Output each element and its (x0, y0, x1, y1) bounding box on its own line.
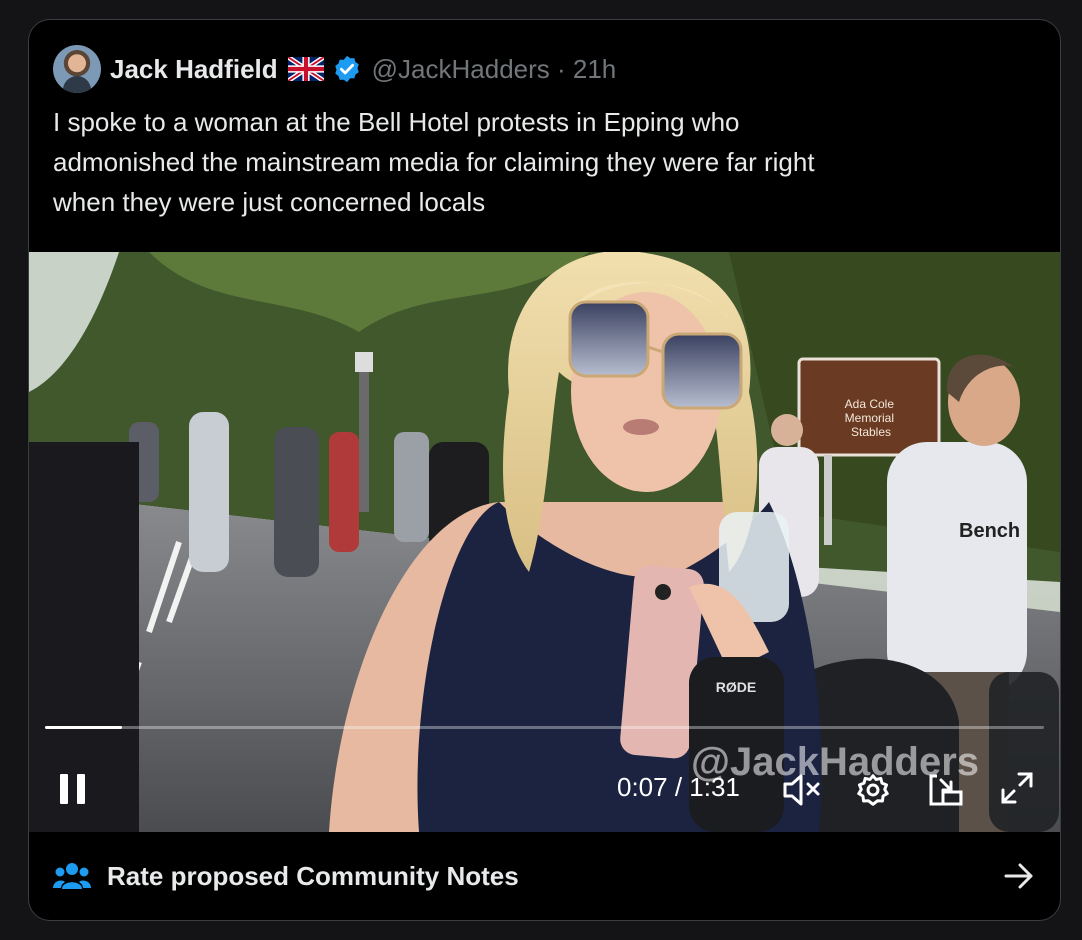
video-player[interactable]: Ada Cole Memorial Stables Bench RØDE @Ja… (29, 252, 1060, 832)
mic-text: RØDE (716, 679, 756, 695)
pop-out-icon[interactable] (927, 770, 965, 808)
sign-text: Ada Cole Memorial Stables (845, 397, 898, 439)
arrow-right-icon[interactable] (1004, 862, 1034, 890)
author-avatar[interactable] (53, 45, 101, 93)
tweet-header: Jack Hadfield @JackHadders · 21h (53, 44, 616, 94)
community-notes-label: Rate proposed Community Notes (107, 860, 519, 891)
video-progress-bar[interactable] (45, 726, 1044, 729)
author-name[interactable]: Jack Hadfield (110, 54, 278, 85)
community-notes-icon (53, 863, 91, 889)
gear-icon[interactable] (855, 772, 891, 808)
video-progress-fill (45, 726, 122, 729)
uk-flag-icon (287, 57, 324, 81)
video-time-display: 0:07 / 1:31 (617, 772, 740, 802)
volume-muted-icon[interactable] (781, 772, 821, 808)
tweet-text: I spoke to a woman at the Bell Hotel pro… (53, 107, 815, 217)
community-notes-row[interactable]: Rate proposed Community Notes (29, 832, 1060, 920)
fullscreen-icon[interactable] (999, 770, 1035, 806)
pause-icon[interactable] (57, 772, 89, 806)
tweet-card[interactable]: Jack Hadfield @JackHadders · 21h I spoke… (28, 19, 1061, 921)
author-handle-time[interactable]: @JackHadders · 21h (372, 54, 617, 85)
shirt-text: Bench (959, 520, 1020, 542)
verified-badge-icon[interactable] (332, 54, 362, 84)
